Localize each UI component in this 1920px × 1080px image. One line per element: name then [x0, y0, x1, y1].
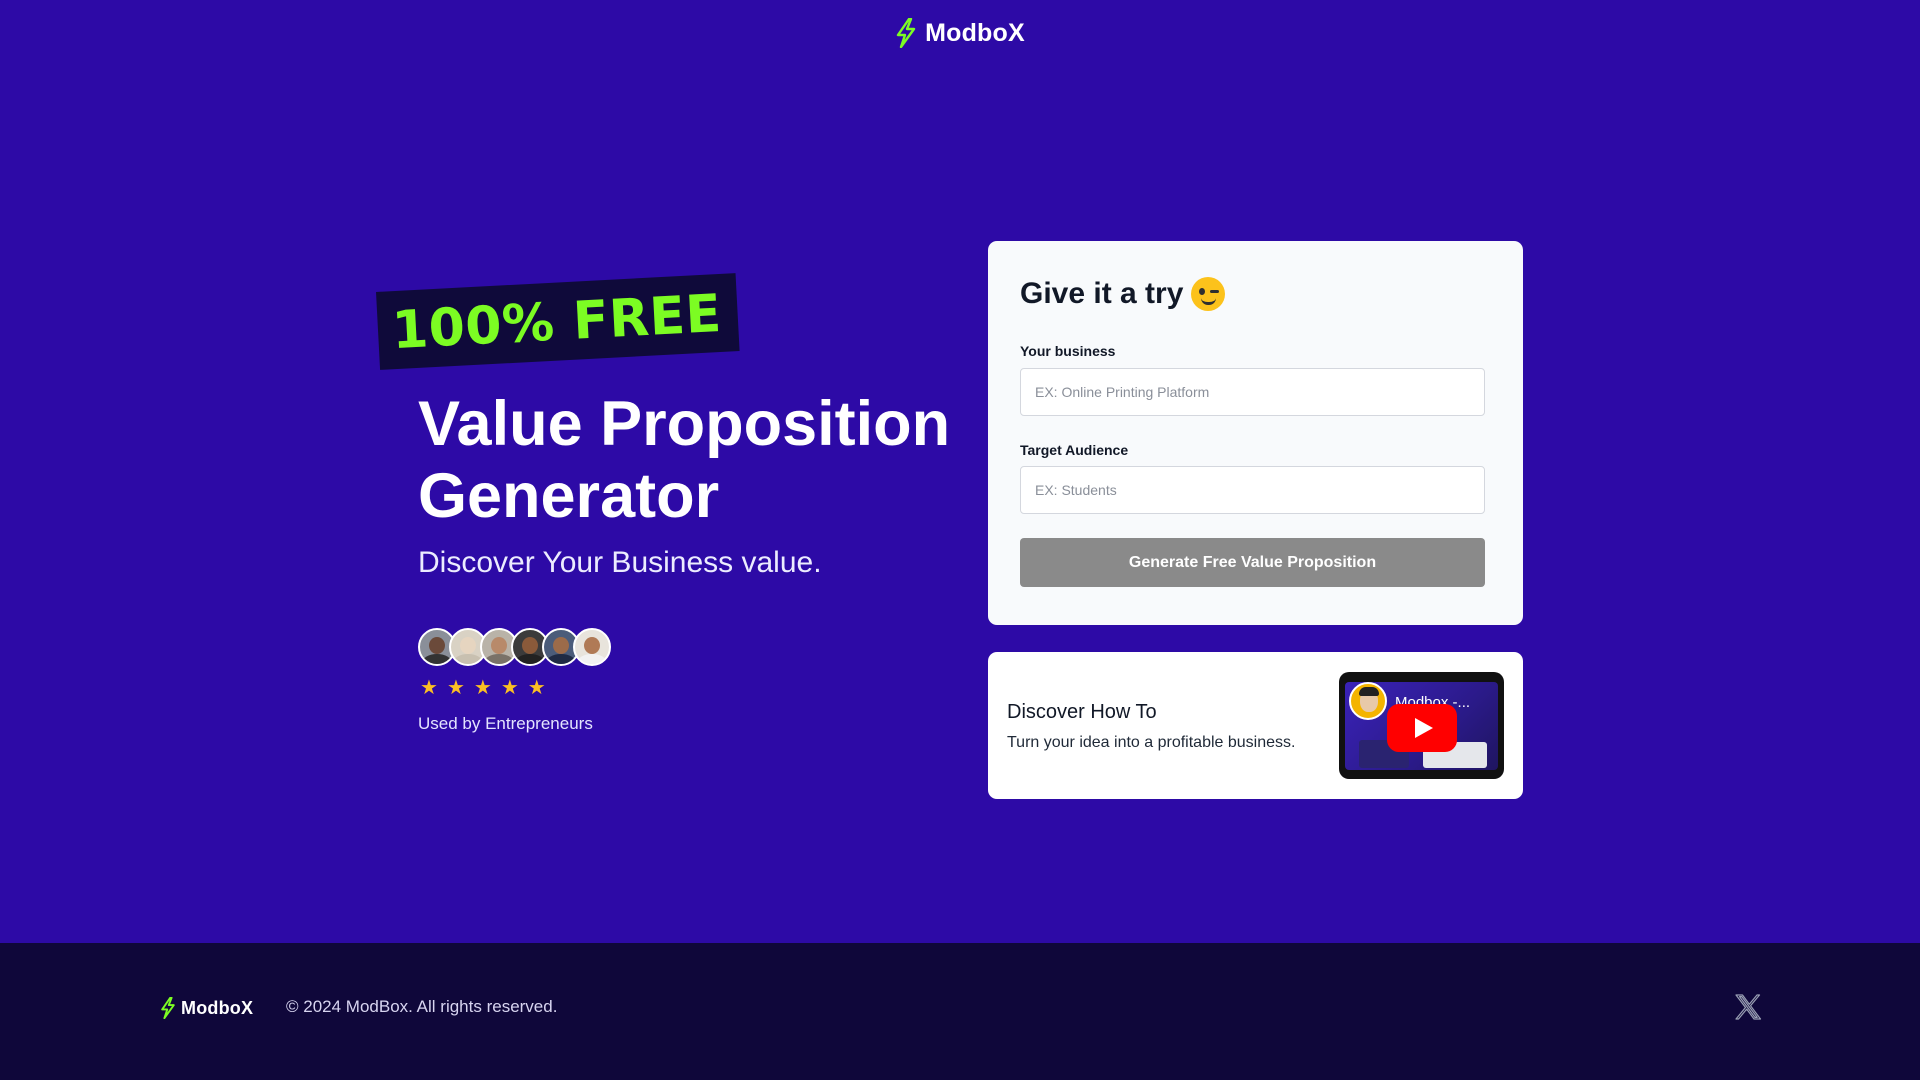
youtube-play-icon[interactable]: [1387, 704, 1457, 752]
star-icon: ★: [473, 677, 492, 699]
avatar: [573, 628, 611, 666]
star-icon: ★: [500, 677, 519, 699]
footer-brand[interactable]: ModboX: [160, 997, 253, 1019]
video-thumbnail[interactable]: Modbox -...: [1339, 672, 1504, 779]
footer-brand-name: ModboX: [181, 997, 254, 1018]
audience-input[interactable]: [1020, 466, 1485, 514]
form-title-text: Give it a try: [1020, 277, 1184, 310]
rating-stars: ★ ★ ★ ★ ★: [420, 678, 546, 698]
discover-title: Discover How To: [1007, 701, 1157, 723]
social-proof-text: Used by Entrepreneurs: [418, 714, 593, 733]
business-field-label: Your business: [1020, 343, 1116, 359]
form-title: Give it a try: [1020, 277, 1226, 311]
lightning-bolt-icon: [160, 997, 176, 1019]
brand-logo[interactable]: ModboX: [925, 19, 1025, 48]
page-title: Value Proposition Generator: [418, 389, 951, 531]
footer: ModboX © 2024 ModBox. All rights reserve…: [0, 943, 1920, 1080]
page-subtitle: Discover Your Business value.: [418, 546, 822, 579]
wink-emoji-icon: [1191, 277, 1226, 311]
header: ModboX: [0, 18, 1920, 48]
star-icon: ★: [527, 677, 546, 699]
star-icon: ★: [420, 677, 438, 699]
free-badge-label: 100% FREE: [390, 283, 724, 362]
x-twitter-icon[interactable]: [1733, 992, 1763, 1022]
star-icon: ★: [446, 677, 465, 699]
user-avatars: [418, 628, 611, 666]
lightning-bolt-icon: [895, 18, 917, 48]
discover-description: Turn your idea into a profitable busines…: [1007, 734, 1296, 751]
discover-card[interactable]: Discover How To Turn your idea into a pr…: [988, 652, 1523, 799]
audience-field-label: Target Audience: [1020, 442, 1129, 458]
business-input[interactable]: [1020, 368, 1485, 416]
generator-form-card: Give it a try Your business Target Audie…: [988, 241, 1523, 625]
copyright-text: © 2024 ModBox. All rights reserved.: [286, 997, 558, 1016]
free-badge: 100% FREE: [376, 273, 740, 370]
channel-avatar: [1349, 682, 1387, 720]
generate-button[interactable]: Generate Free Value Proposition: [1020, 538, 1485, 587]
